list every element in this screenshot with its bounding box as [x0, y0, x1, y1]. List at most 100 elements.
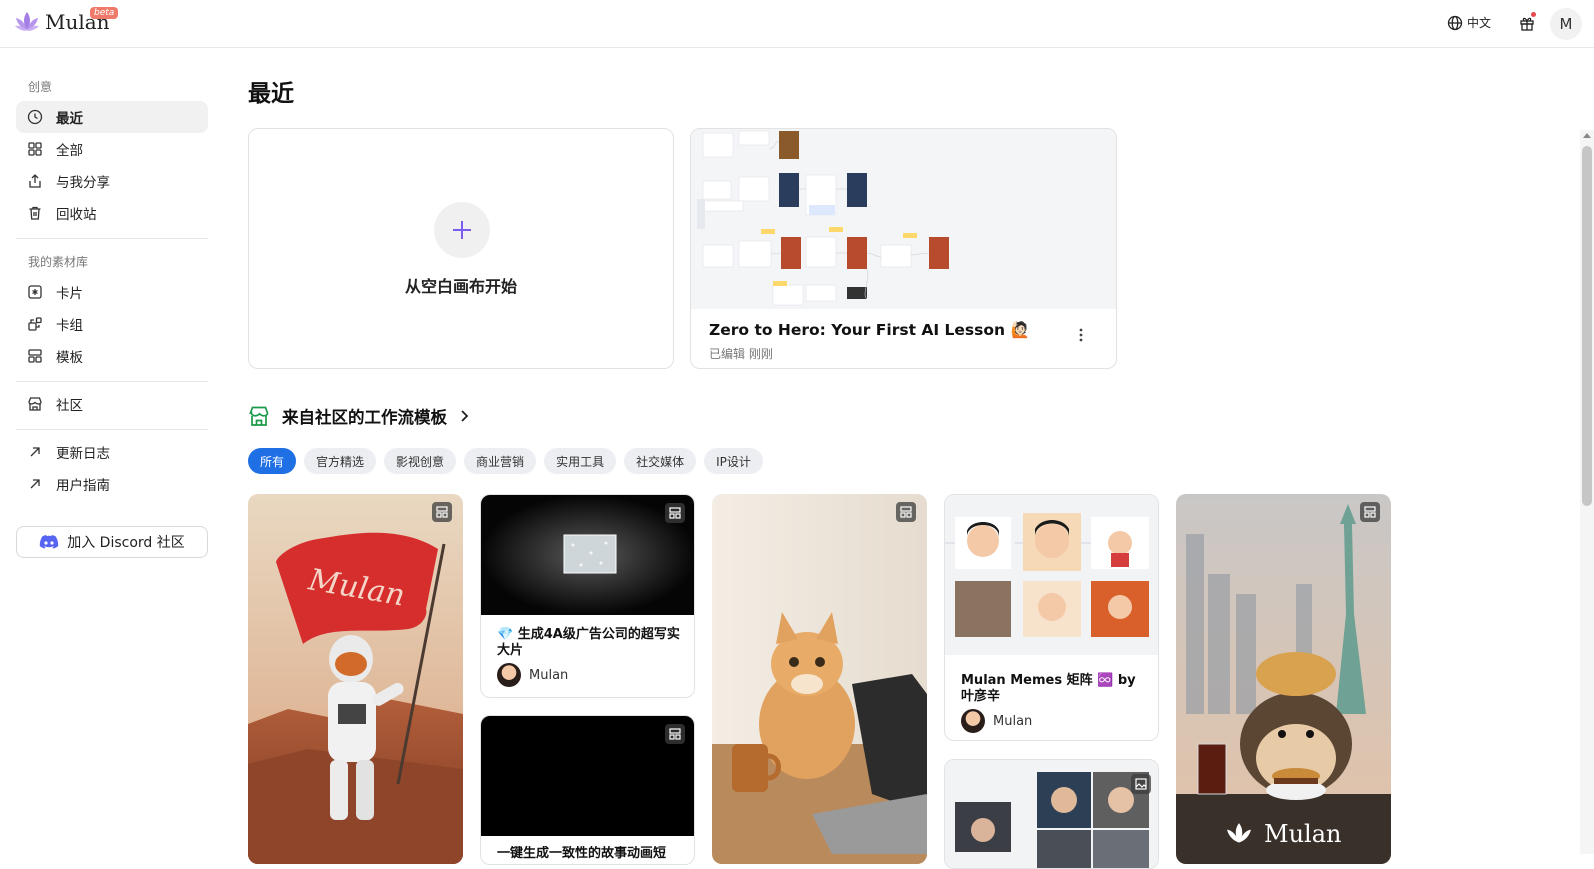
- hedgehog-image: [1176, 494, 1391, 864]
- project-title: Zero to Hero: Your First AI Lesson 🙋🏻: [709, 321, 1030, 339]
- filter-chip-official[interactable]: 官方精选: [304, 448, 377, 474]
- template-title: 一键生成一致性的故事动画短: [497, 846, 667, 861]
- portraits-collage: [945, 760, 1158, 868]
- plus-icon: [453, 221, 471, 239]
- sidebar-item-guide[interactable]: 用户指南: [16, 468, 208, 500]
- filter-chip-tools[interactable]: 实用工具: [544, 448, 617, 474]
- gift-button[interactable]: [1519, 12, 1536, 35]
- template-title: 💎 生成4A级广告公司的超写实大片: [497, 627, 680, 658]
- section-label-library: 我的素材库: [28, 255, 89, 269]
- template-badge-icon: [896, 502, 916, 522]
- template-card-portraits[interactable]: [944, 759, 1159, 869]
- author-avatar: [497, 663, 521, 687]
- sidebar-item-templates[interactable]: 模板: [16, 340, 208, 372]
- filter-chip-social[interactable]: 社交媒体: [624, 448, 697, 474]
- sidebar-item-cards[interactable]: 卡片: [16, 276, 208, 308]
- blank-canvas-label: 从空白画布开始: [404, 277, 517, 296]
- sidebar-item-card-groups[interactable]: 卡组: [16, 308, 208, 340]
- sidebar-item-label: 回收站: [56, 207, 97, 223]
- astronaut-image: Mulan: [248, 494, 463, 864]
- join-discord-button[interactable]: 加入 Discord 社区: [16, 526, 208, 558]
- project-thumbnail: [691, 129, 1116, 309]
- template-badge-icon: [665, 724, 685, 744]
- category-filters: 所有 官方精选 影视创意 商业营销 实用工具 社交媒体 IP设计: [248, 448, 771, 474]
- template-badge-icon: [665, 503, 685, 523]
- top-bar: Mulan beta 中文 M: [0, 0, 1594, 48]
- globe-icon: [1447, 15, 1463, 30]
- memes-collage: [945, 495, 1158, 655]
- brand-logo[interactable]: Mulan beta: [14, 7, 119, 34]
- page-title: 最近: [248, 81, 294, 107]
- more-vertical-icon: [1079, 328, 1083, 342]
- language-label: 中文: [1467, 16, 1492, 30]
- template-card-astronaut[interactable]: Mulan: [248, 494, 463, 864]
- plus-button[interactable]: [434, 202, 490, 258]
- cube-image: [481, 495, 694, 615]
- community-templates-link[interactable]: 来自社区的工作流模板: [248, 404, 469, 428]
- chevron-right-icon: [461, 410, 469, 422]
- sidebar-item-label: 与我分享: [56, 175, 110, 191]
- store-icon: [27, 396, 43, 412]
- story-image: [481, 716, 694, 836]
- template-icon: [27, 348, 43, 364]
- sidebar-item-shared[interactable]: 与我分享: [16, 165, 208, 197]
- sidebar-item-label: 卡片: [56, 286, 83, 302]
- sidebar-divider: [16, 238, 208, 239]
- discord-icon: [40, 535, 59, 549]
- cat-image: [712, 494, 927, 864]
- trash-icon: [27, 205, 43, 221]
- filter-chip-all[interactable]: 所有: [248, 448, 297, 474]
- template-badge-icon: [432, 502, 452, 522]
- store-icon: [249, 406, 269, 426]
- sidebar-item-label: 模板: [56, 350, 83, 366]
- user-avatar[interactable]: M: [1550, 8, 1582, 40]
- sidebar-item-recent[interactable]: 最近: [16, 101, 208, 133]
- sidebar-item-label: 全部: [56, 143, 83, 159]
- template-badge-icon: [1129, 503, 1149, 523]
- template-card-ad[interactable]: 💎 生成4A级广告公司的超写实大片 Mulan: [480, 494, 695, 698]
- community-heading: 来自社区的工作流模板: [282, 408, 447, 427]
- sidebar-item-label: 最近: [56, 111, 83, 127]
- sidebar-item-trash[interactable]: 回收站: [16, 197, 208, 229]
- share-icon: [27, 173, 43, 189]
- project-edited-time: 已编辑 刚刚: [709, 347, 773, 361]
- template-card-cat[interactable]: [712, 494, 927, 864]
- filter-chip-marketing[interactable]: 商业营销: [464, 448, 537, 474]
- sidebar-item-changelog[interactable]: 更新日志: [16, 436, 208, 468]
- author-avatar: [961, 709, 985, 733]
- sidebar-item-label: 更新日志: [56, 446, 110, 462]
- sidebar-divider: [16, 381, 208, 382]
- filter-chip-ip-design[interactable]: IP设计: [704, 448, 763, 474]
- new-blank-canvas-card[interactable]: 从空白画布开始: [248, 128, 674, 369]
- sidebar-item-label: 社区: [56, 398, 83, 414]
- project-more-button[interactable]: [1071, 325, 1091, 345]
- scroll-thumb[interactable]: [1582, 146, 1592, 506]
- clock-icon: [27, 109, 43, 125]
- filter-chip-film[interactable]: 影视创意: [384, 448, 457, 474]
- page-scrollbar[interactable]: [1580, 130, 1594, 854]
- external-arrow-icon: [27, 476, 43, 492]
- grid-icon: [27, 141, 43, 157]
- author-name: Mulan: [529, 667, 569, 683]
- card-icon: [27, 284, 43, 300]
- gift-icon: [1520, 17, 1534, 31]
- card-group-icon: [27, 316, 43, 332]
- template-card-story[interactable]: 一键生成一致性的故事动画短: [480, 715, 695, 865]
- join-discord-label: 加入 Discord 社区: [67, 535, 185, 551]
- scroll-up-arrow[interactable]: [1583, 133, 1591, 138]
- template-author: Mulan: [497, 663, 568, 687]
- lotus-icon: [1227, 823, 1251, 843]
- language-switcher[interactable]: 中文: [1447, 14, 1491, 31]
- image-icon: [1131, 774, 1151, 794]
- author-name: Mulan: [993, 713, 1033, 729]
- sidebar: 创意 最近 全部 与我分享 回收站 我的素材库 卡片 卡组 模板 社区 更新日志…: [0, 48, 224, 854]
- template-card-hedgehog[interactable]: Mulan: [1176, 494, 1391, 864]
- project-card[interactable]: Zero to Hero: Your First AI Lesson 🙋🏻 已编…: [690, 128, 1117, 369]
- notification-dot: [1531, 12, 1536, 17]
- lotus-icon: [15, 12, 39, 31]
- template-badge-icon: [1360, 502, 1380, 522]
- template-title: Mulan Memes 矩阵 ♾️ by 叶彦辛: [961, 673, 1136, 704]
- template-card-memes[interactable]: Mulan Memes 矩阵 ♾️ by 叶彦辛 Mulan: [944, 494, 1159, 741]
- sidebar-item-community[interactable]: 社区: [16, 388, 208, 420]
- sidebar-item-all[interactable]: 全部: [16, 133, 208, 165]
